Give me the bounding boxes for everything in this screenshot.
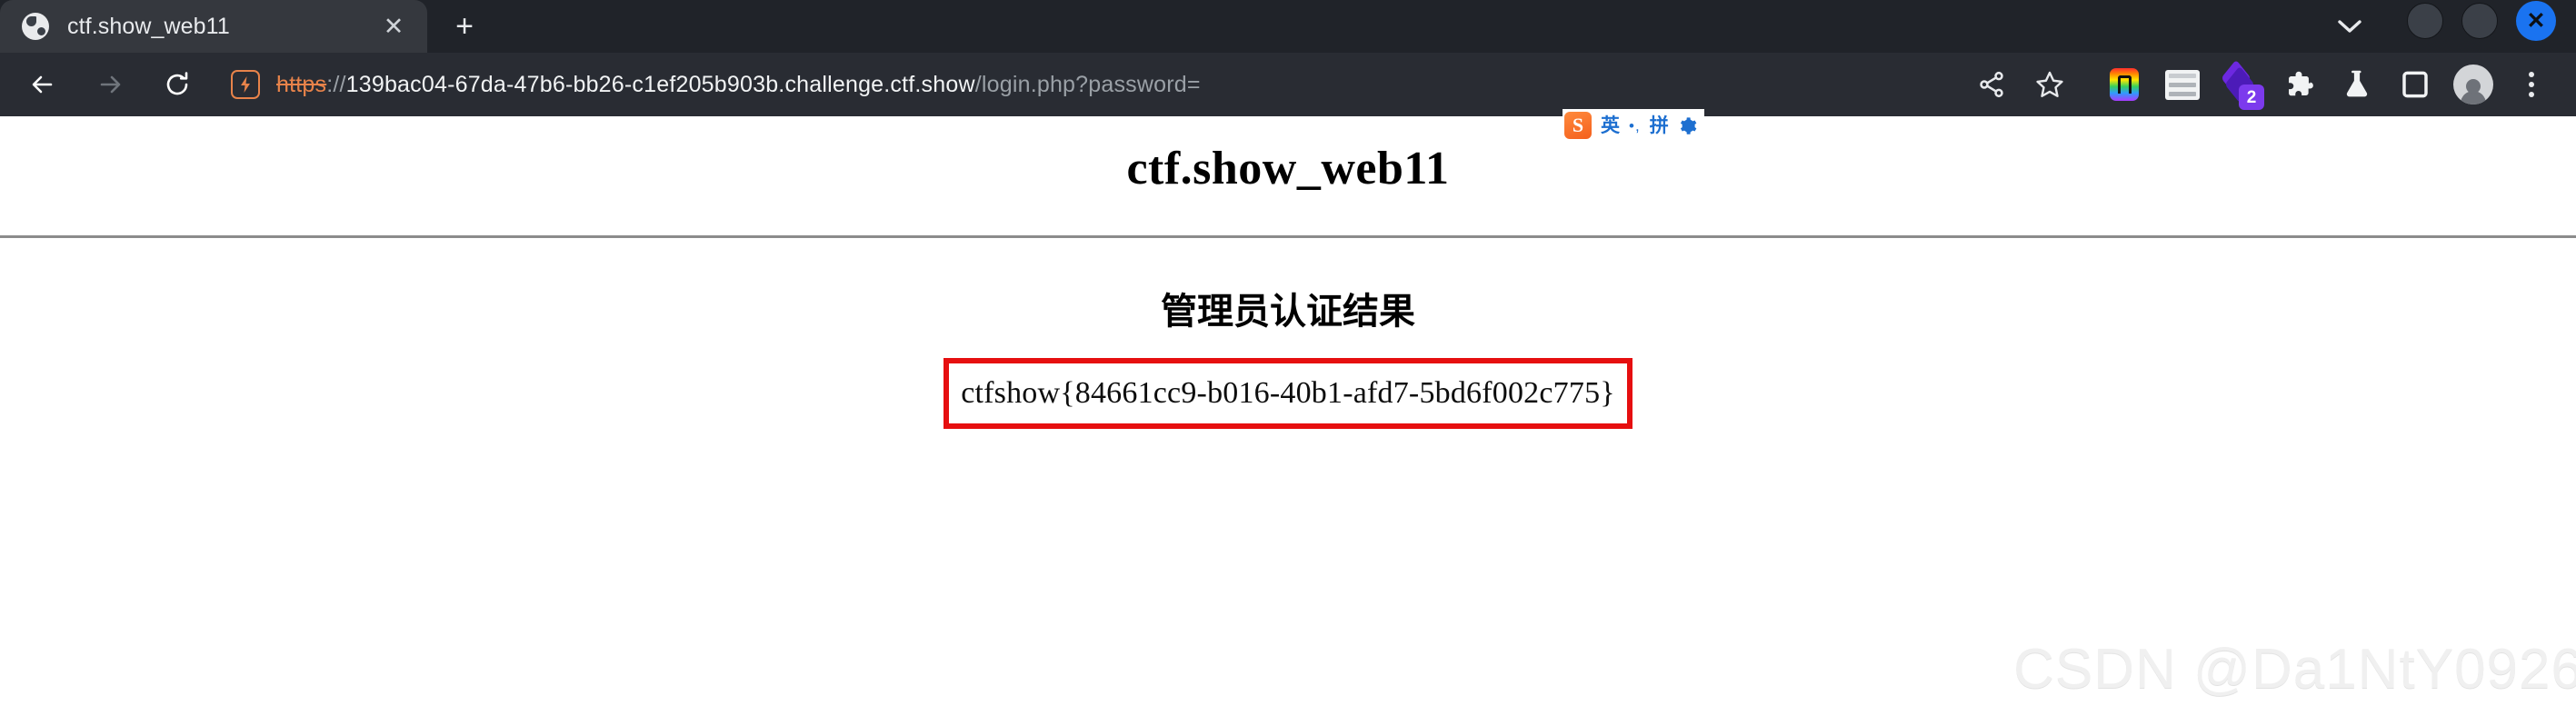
csdn-watermark: CSDN @Da1NtY0926 bbox=[2013, 638, 2576, 701]
kebab-menu-icon[interactable] bbox=[2503, 56, 2560, 113]
reload-icon[interactable] bbox=[144, 56, 211, 113]
ime-language-toggle[interactable]: 英 bbox=[1601, 116, 1620, 135]
url-scheme: https bbox=[276, 71, 327, 97]
share-icon[interactable] bbox=[1963, 56, 2020, 113]
result-heading: 管理员认证结果 bbox=[1161, 291, 1415, 332]
toolbar-actions: 2 bbox=[1963, 56, 2560, 113]
url-path: /login.php?password= bbox=[974, 71, 1201, 97]
page-title: ctf.show_web11 bbox=[1126, 143, 1450, 194]
back-arrow-icon[interactable] bbox=[9, 56, 76, 113]
minimize-circle-icon[interactable] bbox=[2407, 3, 2443, 39]
page-viewport: ctf.show_web11 管理员认证结果 ctfshow{84661cc9-… bbox=[0, 116, 2576, 716]
window-buttons: ✕ bbox=[2407, 1, 2556, 41]
url-separator: :// bbox=[326, 71, 346, 97]
browser-toolbar: https://139bac04-67da-47b6-bb26-c1ef205b… bbox=[0, 53, 2576, 142]
tab-title: ctf.show_web11 bbox=[67, 13, 230, 39]
tab-close-icon[interactable]: ✕ bbox=[376, 9, 411, 44]
close-circle-icon[interactable]: ✕ bbox=[2516, 1, 2556, 41]
maximize-circle-icon[interactable] bbox=[2461, 3, 2498, 39]
address-bar[interactable]: https://139bac04-67da-47b6-bb26-c1ef205b… bbox=[211, 56, 1963, 113]
bookmark-star-icon[interactable] bbox=[2022, 56, 2078, 113]
rainbow-extension-icon[interactable] bbox=[2096, 56, 2152, 113]
extension-badge-count: 2 bbox=[2239, 85, 2264, 110]
chevron-down-icon[interactable] bbox=[2318, 0, 2381, 53]
window-controls-area: ✕ bbox=[2318, 0, 2576, 53]
browser-window: ctf.show_web11 ✕ + ✕ https:// 139bac04-… bbox=[0, 0, 2576, 716]
ime-punctuation-toggle[interactable]: •, bbox=[1629, 118, 1641, 134]
flag-box: ctfshow{84661cc9-b016-40b1-afd7-5bd6f002… bbox=[944, 358, 1632, 429]
sogou-logo-icon: S bbox=[1564, 112, 1592, 139]
extensions-puzzle-icon[interactable] bbox=[2271, 56, 2327, 113]
globe-favicon-icon bbox=[22, 13, 49, 40]
browser-tab[interactable]: ctf.show_web11 ✕ bbox=[0, 0, 427, 53]
url-host: 139bac04-67da-47b6-bb26-c1ef205b903b.cha… bbox=[345, 71, 975, 97]
side-panel-icon[interactable] bbox=[2387, 56, 2443, 113]
purple-extension-icon[interactable]: 2 bbox=[2212, 56, 2269, 113]
flag-container: ctfshow{84661cc9-b016-40b1-afd7-5bd6f002… bbox=[0, 358, 2576, 429]
reading-list-extension-icon[interactable] bbox=[2154, 56, 2211, 113]
gear-icon[interactable] bbox=[1678, 116, 1697, 135]
new-tab-button[interactable]: + bbox=[436, 0, 493, 53]
ime-pinyin-toggle[interactable]: 拼 bbox=[1650, 116, 1669, 135]
profile-avatar[interactable] bbox=[2445, 56, 2501, 113]
tab-strip: ctf.show_web11 ✕ + ✕ bbox=[0, 0, 2576, 53]
labs-flask-icon[interactable] bbox=[2329, 56, 2385, 113]
forward-arrow-icon[interactable] bbox=[76, 56, 144, 113]
page-divider bbox=[0, 235, 2576, 238]
url-text: https://139bac04-67da-47b6-bb26-c1ef205b… bbox=[276, 72, 1201, 98]
not-secure-lightning-icon[interactable] bbox=[231, 70, 260, 99]
sogou-ime-bar[interactable]: S 英 •, 拼 bbox=[1563, 109, 1704, 142]
flag-text: ctfshow{84661cc9-b016-40b1-afd7-5bd6f002… bbox=[961, 376, 1615, 410]
